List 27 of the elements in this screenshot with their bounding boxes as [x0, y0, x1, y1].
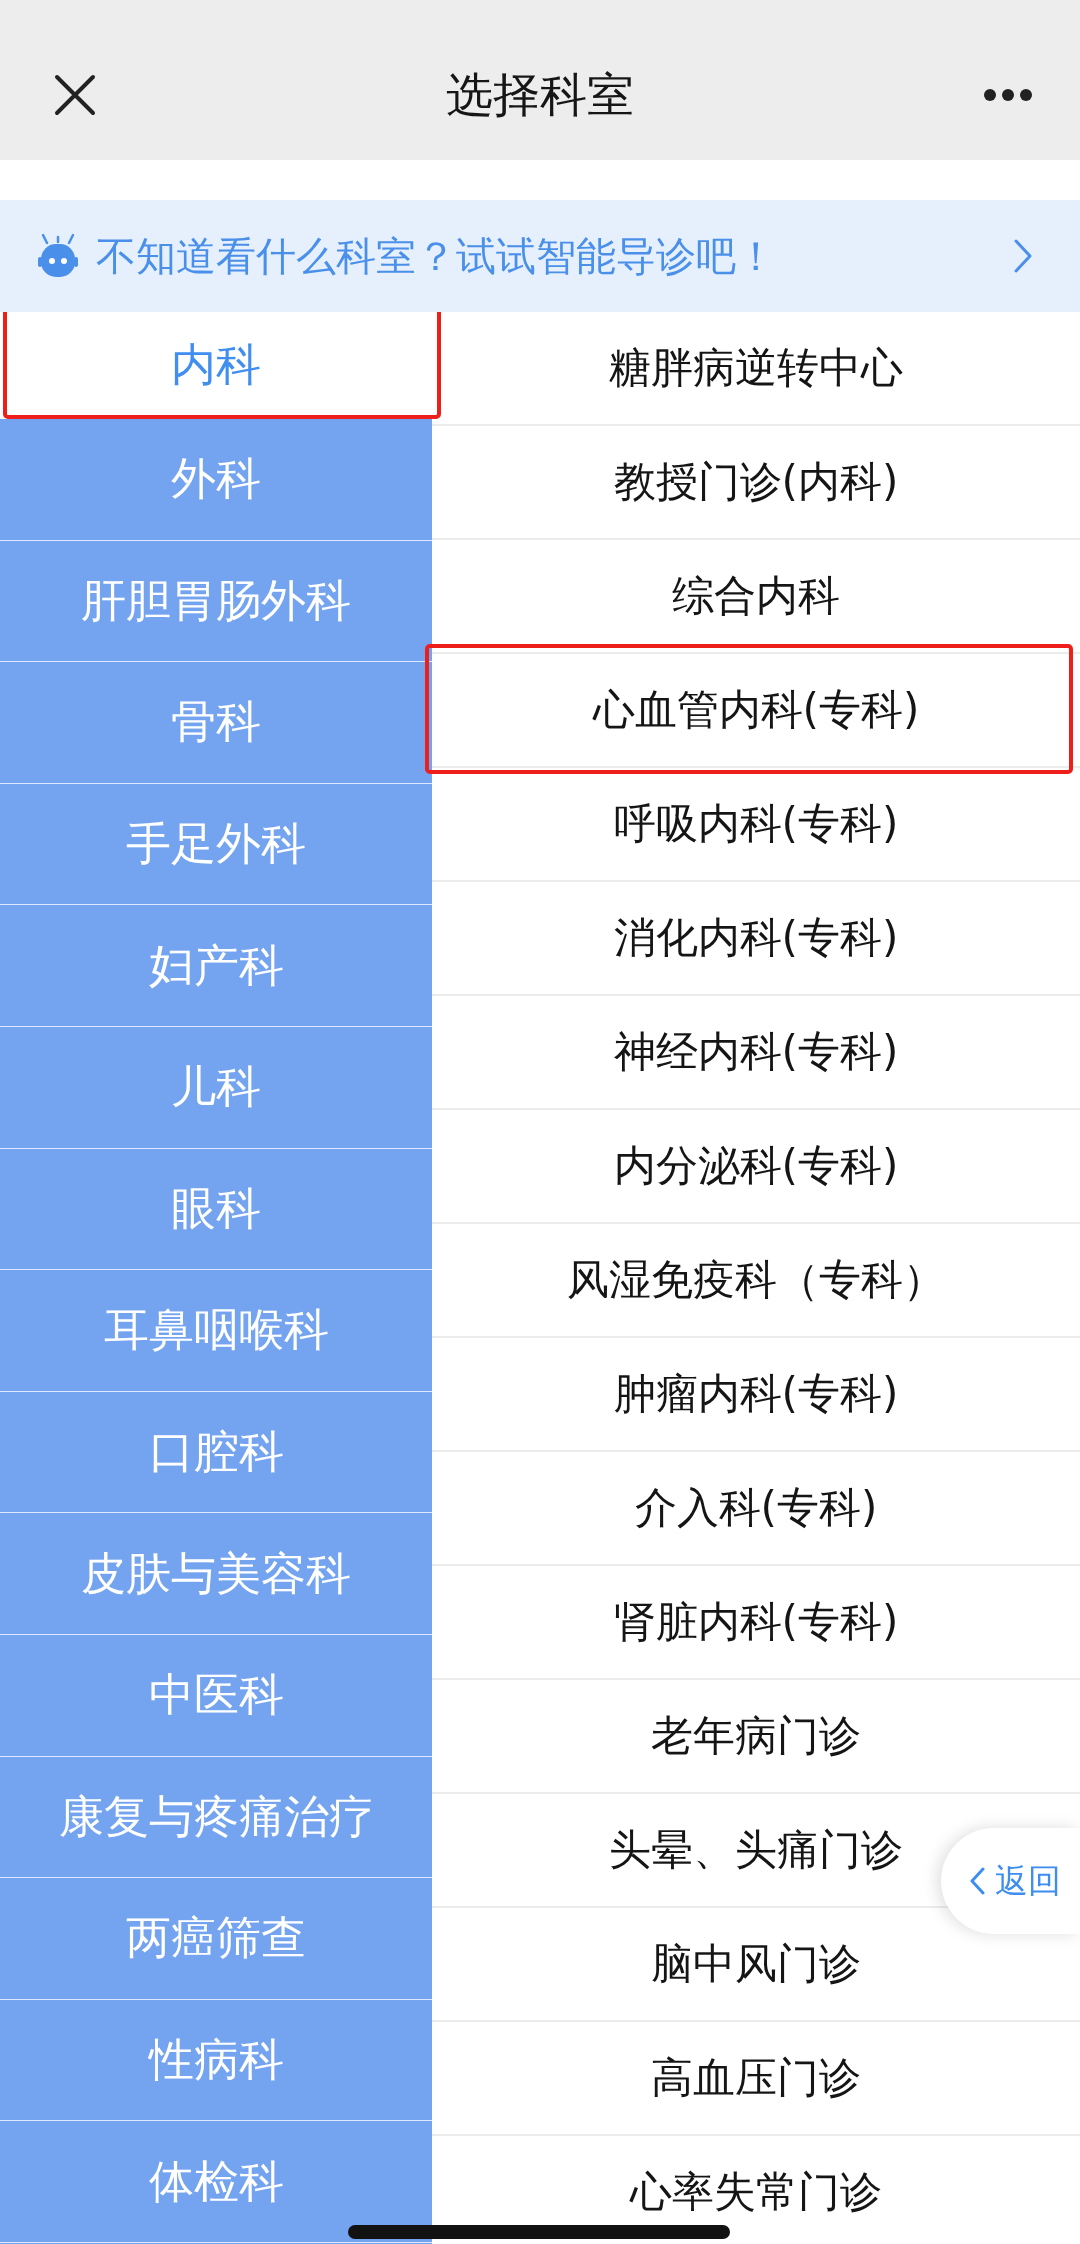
clinic-item[interactable]: 神经内科(专科)	[613, 1026, 899, 1078]
clinic-item[interactable]: 内分泌科(专科)	[613, 1140, 899, 1192]
clinic-item[interactable]: 脑中风门诊	[651, 1938, 861, 1990]
back-button[interactable]: 返回	[941, 1828, 1080, 1934]
clinic-item[interactable]: 老年病门诊	[651, 1710, 861, 1762]
clinic-item[interactable]: 糖胖病逆转中心	[609, 342, 903, 394]
page-title: 选择科室	[446, 66, 634, 124]
clinic-item[interactable]: 呼吸内科(专科)	[613, 798, 899, 850]
clinic-item[interactable]: 教授门诊(内科)	[613, 456, 899, 508]
clinic-item[interactable]: 肾脏内科(专科)	[613, 1596, 899, 1648]
close-icon[interactable]	[54, 74, 96, 116]
banner-text: 不知道看什么科室？试试智能导诊吧！	[96, 232, 776, 280]
department-item[interactable]: 内科	[0, 312, 432, 419]
clinic-item[interactable]: 头晕、头痛门诊	[609, 1824, 903, 1876]
clinic-item[interactable]: 综合内科	[672, 570, 840, 622]
clinic-item[interactable]: 消化内科(专科)	[613, 912, 899, 964]
clinic-item[interactable]: 心率失常门诊	[630, 2166, 882, 2218]
clinic-item[interactable]: 高血压门诊	[651, 2052, 861, 2104]
clinic-item[interactable]: 介入科(专科)	[634, 1482, 878, 1534]
clinic-item[interactable]: 风湿免疫科（专科）	[567, 1254, 945, 1306]
chevron-right-icon	[1014, 239, 1032, 273]
guide-banner[interactable]: 不知道看什么科室？试试智能导诊吧！	[0, 200, 1080, 312]
robot-icon	[36, 233, 80, 279]
clinic-item[interactable]: 肿瘤内科(专科)	[613, 1368, 899, 1420]
chevron-left-icon	[969, 1867, 985, 1895]
clinic-item[interactable]: 心血管内科(专科)	[592, 684, 920, 736]
more-icon[interactable]	[984, 89, 1032, 101]
